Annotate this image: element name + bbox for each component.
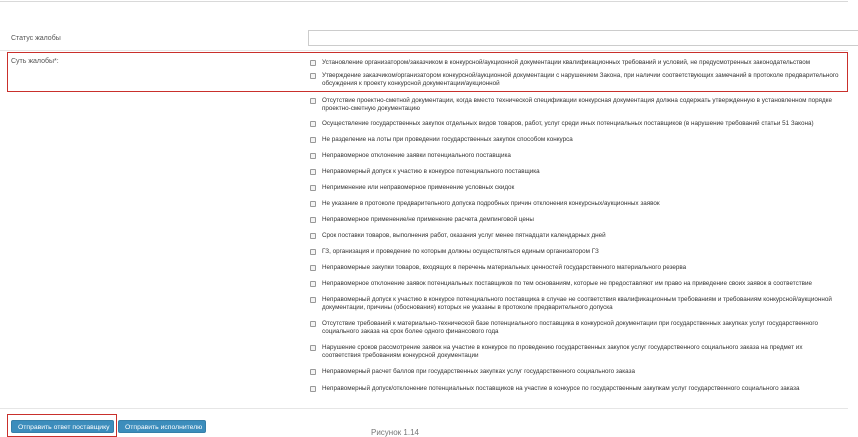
complaint-option[interactable]: Неправомерное применение/не применение р… <box>310 216 858 224</box>
complaint-option[interactable]: Не указание в протоколе предварительного… <box>310 200 858 208</box>
checkbox[interactable] <box>310 233 316 239</box>
option-label: Неправомерное отклонение заявки потенциа… <box>322 152 511 159</box>
checkbox[interactable] <box>310 73 316 79</box>
checkbox[interactable] <box>310 249 316 255</box>
option-label: Неправомерное отклонение заявок потенциа… <box>322 280 812 287</box>
option-label: Неправомерное применение/не применение р… <box>322 216 534 223</box>
top-border <box>0 1 848 2</box>
complaint-options-list: Установление организатором/заказчиком в … <box>310 55 858 400</box>
checkbox[interactable] <box>310 369 316 375</box>
checkbox[interactable] <box>310 217 316 223</box>
complaint-option[interactable]: Срок поставки товаров, выполнения работ,… <box>310 232 858 240</box>
complaint-option[interactable]: Неправомерные закупки товаров, входящих … <box>310 264 858 272</box>
essence-label: Суть жалобы*: <box>11 58 59 65</box>
option-label: Срок поставки товаров, выполнения работ,… <box>322 232 606 239</box>
status-label: Статус жалобы <box>11 35 61 42</box>
option-label: ГЗ, организация и проведение по которым … <box>322 248 599 255</box>
option-label: Утверждение заказчиком/организатором кон… <box>322 72 839 87</box>
option-label: Неправомерные закупки товаров, входящих … <box>322 264 687 271</box>
checkbox[interactable] <box>310 137 316 143</box>
option-label: Отсутствие проектно-сметной документации… <box>322 97 832 112</box>
checkbox[interactable] <box>310 169 316 175</box>
checkbox[interactable] <box>310 201 316 207</box>
reply-supplier-button[interactable]: Отправить ответ поставщику <box>11 420 114 433</box>
complaint-option[interactable]: Установление организатором/заказчиком в … <box>310 59 858 67</box>
complaint-option[interactable]: Неприменение или неправомерное применени… <box>310 184 858 192</box>
complaint-option[interactable]: Осуществление государственных закупок от… <box>310 120 858 128</box>
complaint-option[interactable]: Неправомерное отклонение заявки потенциа… <box>310 152 858 160</box>
option-label: Отсутствие требований к материально-техн… <box>322 320 819 335</box>
row-divider <box>0 50 848 51</box>
option-label: Осуществление государственных закупок от… <box>322 120 814 127</box>
complaint-option[interactable]: Не разделение на лоты при проведении гос… <box>310 136 858 144</box>
option-label: Нарушение сроков рассмотрение заявок на … <box>322 344 803 359</box>
checkbox[interactable] <box>310 153 316 159</box>
complaint-option[interactable]: Неправомерный допуск к участию в конкурс… <box>310 168 858 176</box>
caption-clip: Рисунок 1.14 <box>330 426 510 437</box>
checkbox[interactable] <box>310 345 316 351</box>
footer-divider <box>0 408 848 409</box>
complaint-option[interactable]: Неправомерный допуск к участию в конкурс… <box>310 296 858 312</box>
checkbox[interactable] <box>310 121 316 127</box>
option-label: Не указание в протоколе предварительного… <box>322 200 660 207</box>
option-label: Неправомерный допуск/отклонение потенциа… <box>322 385 800 392</box>
complaint-option[interactable]: Утверждение заказчиком/организатором кон… <box>310 72 858 88</box>
checkbox[interactable] <box>310 297 316 303</box>
status-input[interactable] <box>308 30 858 46</box>
complaint-option[interactable]: Отсутствие проектно-сметной документации… <box>310 97 858 113</box>
option-label: Неправомерный допуск к участию в конкурс… <box>322 296 832 311</box>
complaint-option[interactable]: Неправомерное отклонение заявок потенциа… <box>310 280 858 288</box>
complaint-option[interactable]: Нарушение сроков рассмотрение заявок на … <box>310 344 858 360</box>
checkbox[interactable] <box>310 265 316 271</box>
checkbox[interactable] <box>310 281 316 287</box>
option-label: Не разделение на лоты при проведении гос… <box>322 136 573 143</box>
checkbox[interactable] <box>310 98 316 104</box>
checkbox[interactable] <box>310 386 316 392</box>
complaint-option[interactable]: Отсутствие требований к материально-техн… <box>310 320 858 336</box>
complaint-option[interactable]: Неправомерный допуск/отклонение потенциа… <box>310 385 858 393</box>
checkbox[interactable] <box>310 321 316 327</box>
option-label: Неприменение или неправомерное применени… <box>322 184 515 191</box>
checkbox[interactable] <box>310 60 316 66</box>
complaint-option[interactable]: ГЗ, организация и проведение по которым … <box>310 248 858 256</box>
send-executor-button[interactable]: Отправить исполнителю <box>118 420 206 433</box>
option-label: Неправомерный допуск к участию в конкурс… <box>322 168 540 175</box>
complaint-option[interactable]: Неправомерный расчет баллов при государс… <box>310 368 858 376</box>
option-label: Установление организатором/заказчиком в … <box>322 59 811 66</box>
checkbox[interactable] <box>310 185 316 191</box>
figure-caption: Рисунок 1.14 <box>371 428 419 437</box>
option-label: Неправомерный расчет баллов при государс… <box>322 368 635 375</box>
